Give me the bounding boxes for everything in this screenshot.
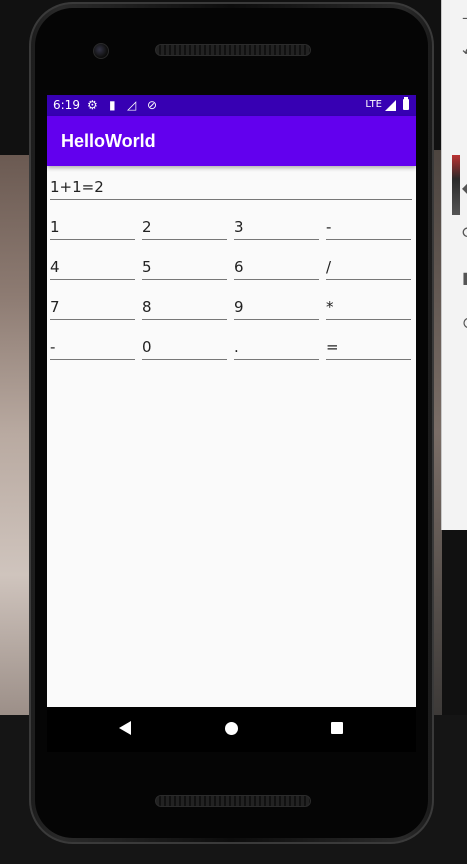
tool-icon: ⟲ [462, 45, 467, 61]
bottom-speaker [155, 795, 311, 807]
tool-icon: ▮ [462, 268, 467, 287]
key-6[interactable]: 6 [234, 257, 319, 280]
tool-icon: ⊙ [462, 315, 467, 331]
app-title: HelloWorld [61, 131, 156, 151]
earpiece-speaker [155, 44, 311, 56]
key-equals[interactable]: = [326, 337, 411, 360]
battery-icon [403, 97, 409, 110]
sync-icon: ⊘ [147, 98, 158, 112]
status-time: 6:19 [53, 98, 80, 112]
key-decimal[interactable]: . [234, 337, 319, 360]
no-signal-icon: ◿ [127, 98, 137, 112]
key-8[interactable]: 8 [142, 297, 227, 320]
status-bar: 6:19 ⚙ ▮ ◿ ⊘ LTE [47, 95, 416, 116]
keypad: 1 2 3 - 4 5 6 / 7 8 9 * - 0 . = [50, 217, 415, 377]
key-7[interactable]: 7 [50, 297, 135, 320]
tool-icon: ◆ [462, 180, 467, 196]
key-minus[interactable]: - [326, 217, 411, 240]
key-multiply[interactable]: * [326, 297, 411, 320]
keypad-row: 7 8 9 * [50, 297, 415, 337]
key-negate[interactable]: - [50, 337, 135, 360]
key-3[interactable]: 3 [234, 217, 319, 240]
key-4[interactable]: 4 [50, 257, 135, 280]
keypad-row: 4 5 6 / [50, 257, 415, 297]
key-5[interactable]: 5 [142, 257, 227, 280]
background-window-edge: – ⟲ ◆ ⟳ ▮ ⊙ [441, 0, 467, 530]
key-0[interactable]: 0 [142, 337, 227, 360]
key-divide[interactable]: / [326, 257, 411, 280]
recents-icon[interactable] [331, 722, 343, 734]
phone-screen: 6:19 ⚙ ▮ ◿ ⊘ LTE HelloWorld 1+1=2 1 2 3 … [47, 95, 416, 707]
navigation-bar [47, 707, 416, 752]
settings-icon: ⚙ [87, 98, 98, 112]
minimize-icon: – [462, 10, 467, 26]
keypad-row: - 0 . = [50, 337, 415, 377]
front-camera [93, 43, 109, 59]
home-icon[interactable] [225, 722, 238, 735]
signal-icon [385, 100, 396, 111]
back-icon[interactable] [119, 721, 131, 735]
calculator-display[interactable]: 1+1=2 [50, 177, 412, 200]
keypad-row: 1 2 3 - [50, 217, 415, 257]
tool-icon: ⟳ [462, 225, 467, 241]
key-2[interactable]: 2 [142, 217, 227, 240]
sd-card-icon: ▮ [109, 98, 116, 112]
background-window-thumbnail [452, 155, 460, 215]
app-bar: HelloWorld [47, 116, 416, 166]
key-1[interactable]: 1 [50, 217, 135, 240]
key-9[interactable]: 9 [234, 297, 319, 320]
network-type: LTE [365, 99, 382, 110]
display-value: 1+1=2 [50, 178, 104, 196]
